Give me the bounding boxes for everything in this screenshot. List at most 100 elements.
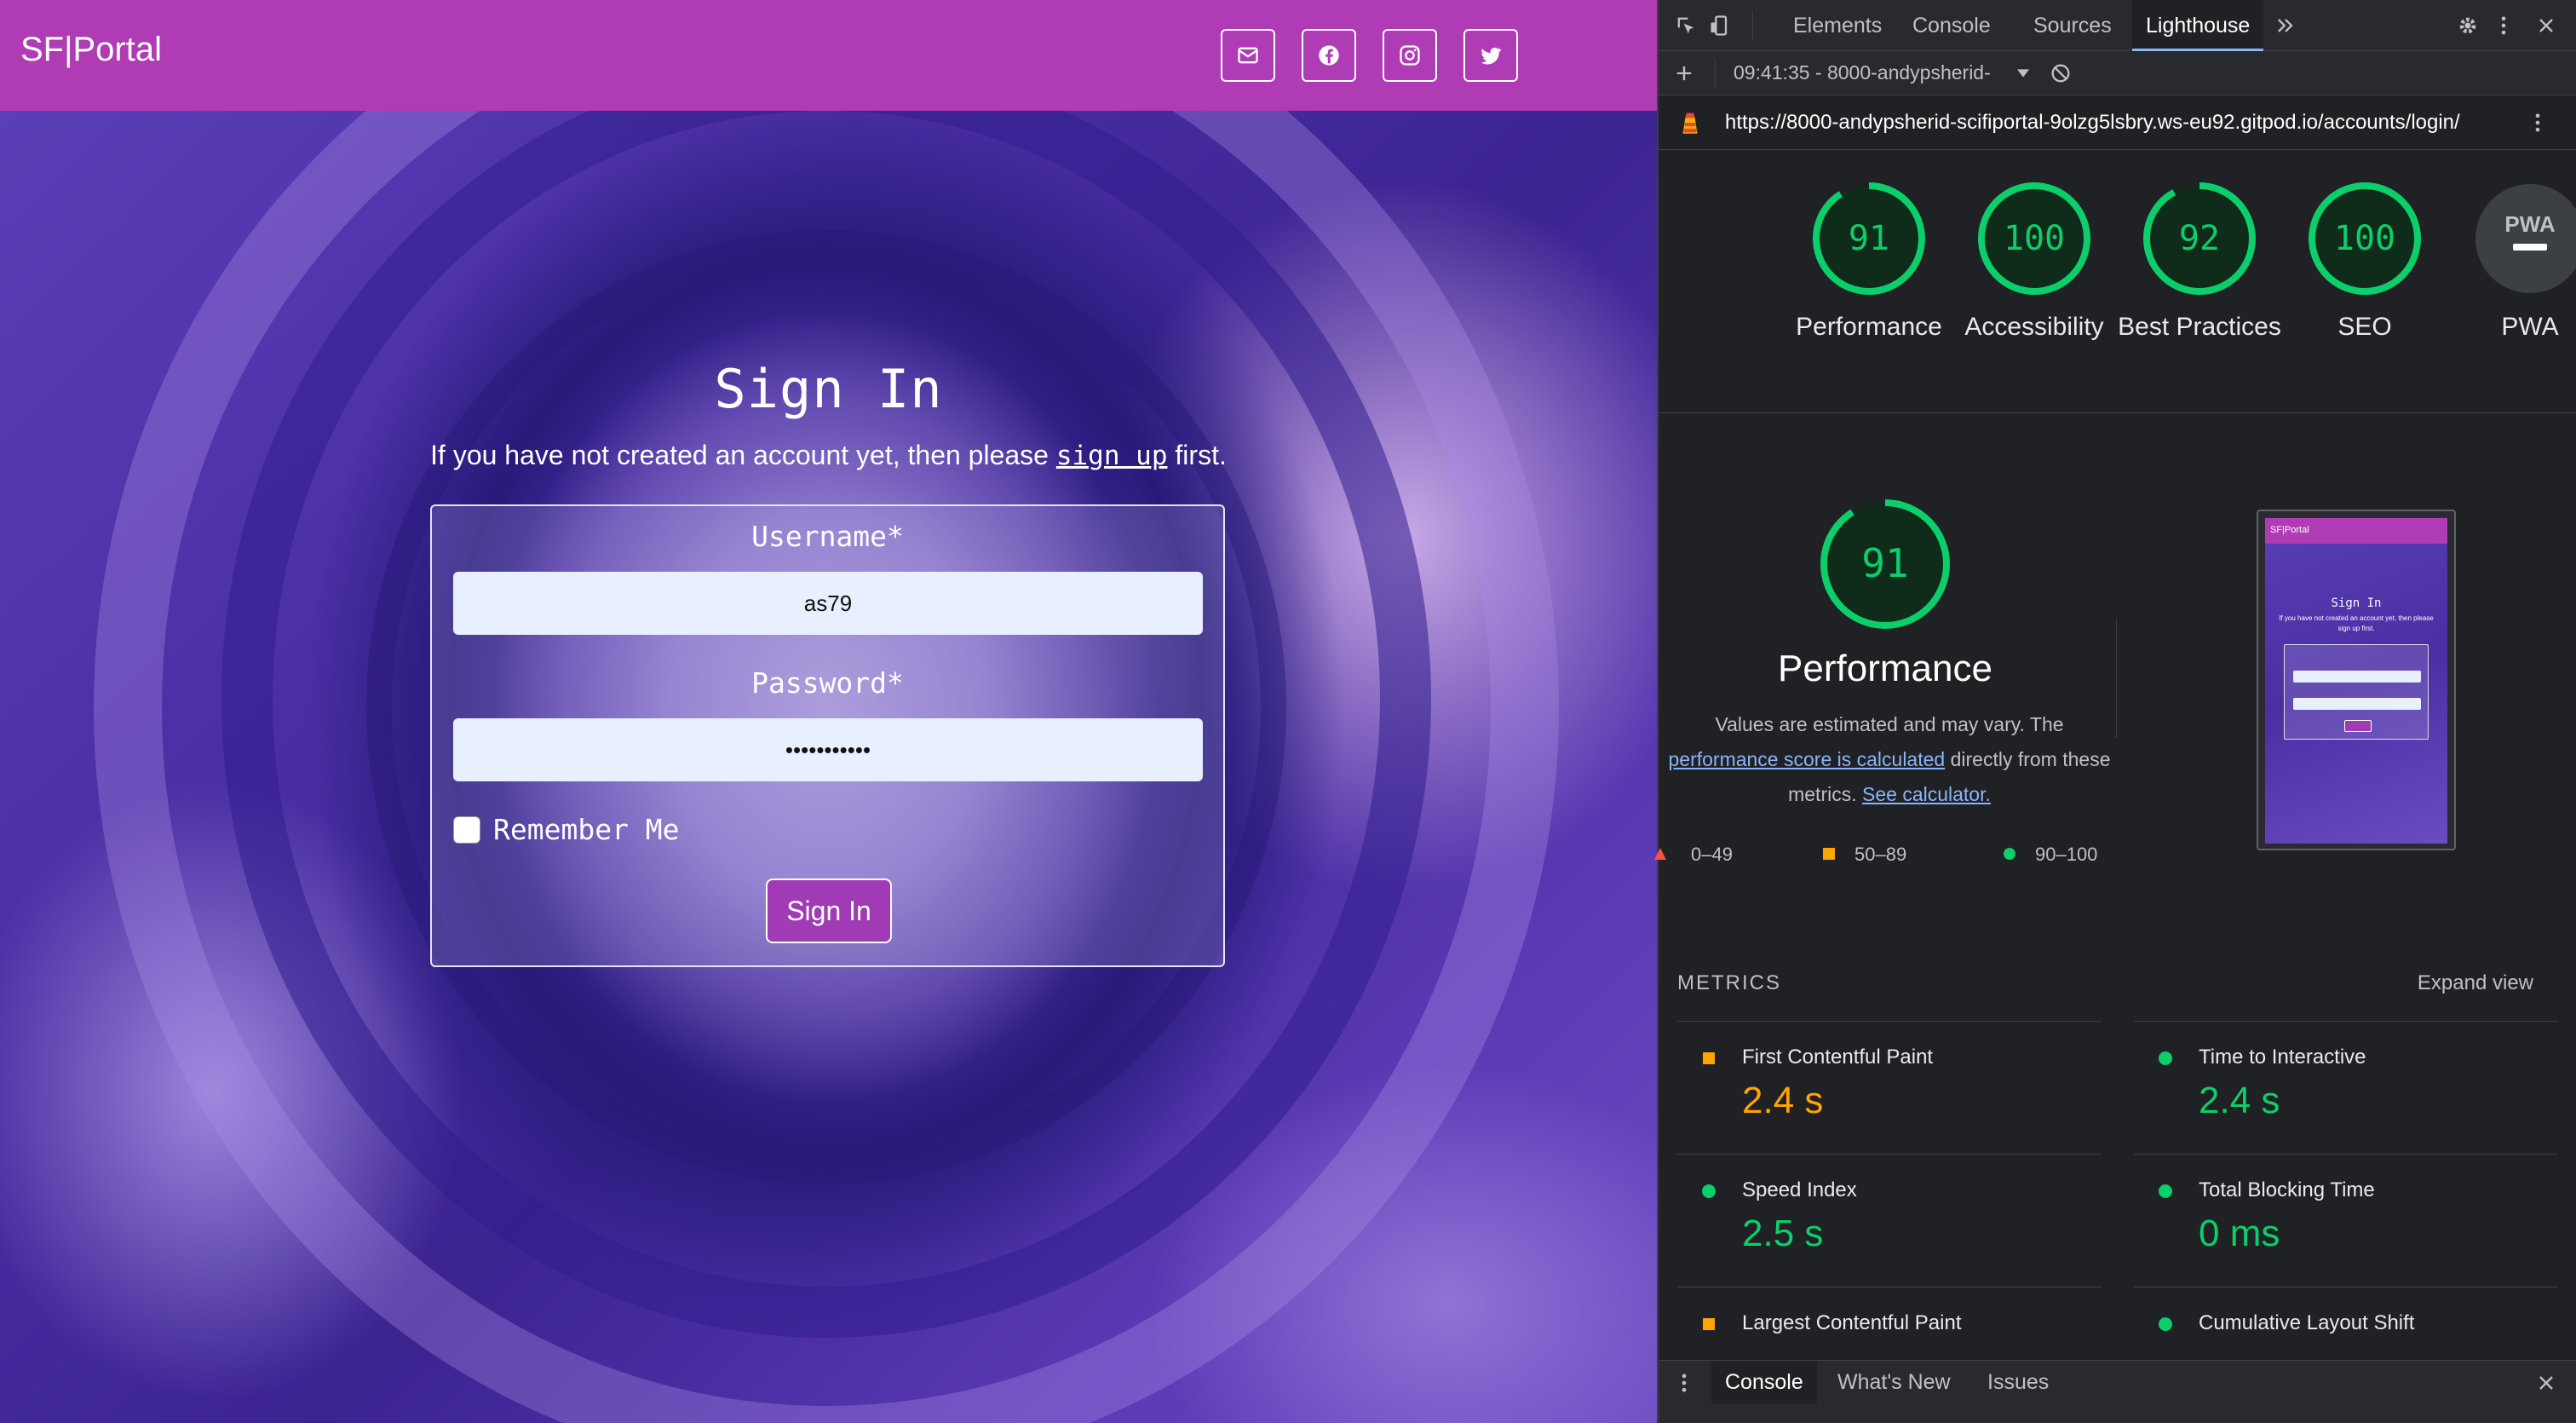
close-drawer-icon[interactable] [2533,1369,2560,1397]
username-label: Username* [751,520,904,553]
metric-name: First Contentful Paint [1742,1046,1934,1069]
tab-divider [1752,10,1753,41]
report-dropdown-icon[interactable] [2010,60,2037,87]
twitter-icon [1481,47,1502,65]
circle-green-icon [2004,848,2015,860]
twitter-button[interactable] [1463,29,1518,82]
metric-name: Speed Index [1742,1178,1857,1201]
thumbnail-image: SF|Portal Sign In If you have not create… [2265,518,2447,844]
facebook-button[interactable] [1302,29,1356,82]
metrics-heading: METRICS [1677,971,1781,994]
metric-speed-index: Speed Index 2.5 s [1677,1154,2102,1287]
webpage-viewport: SF|Portal Sign In If you have not create… [0,0,1657,1423]
thumbnail-button [2344,720,2372,732]
brand-logo[interactable]: SF|Portal [20,31,162,69]
facebook-icon [1319,45,1339,66]
gauge-best-practices[interactable]: 92 Best Practices [2117,179,2282,344]
drawer-tab-whats-new[interactable]: What's New [1824,1361,1964,1403]
tab-sources[interactable]: Sources [2020,0,2125,51]
lighthouse-logo-icon [1676,107,1705,138]
metric-name: Time to Interactive [2199,1046,2366,1069]
gauge-performance[interactable]: 91 Performance [1786,179,1952,344]
signup-prompt: If you have not created an account yet, … [0,440,1657,471]
gauge-pwa[interactable]: PWA PWA [2447,179,2576,344]
thumbnail-form [2284,644,2429,740]
metric-name: Largest Contentful Paint [1742,1311,1962,1334]
metric-value: 0 ms [2199,1213,2280,1254]
email-icon [1238,47,1258,64]
thumbnail-subtitle: If you have not created an account yet, … [2279,614,2434,632]
report-select[interactable]: 09:41:35 - 8000-andypsherid- [1734,61,1991,84]
instagram-icon [1400,45,1420,66]
username-input[interactable]: as79 [453,572,1203,635]
gauge-label: Accessibility [1964,313,2104,341]
devtools-panel: Elements Console Sources Lighthouse 09:4… [1654,0,2576,1423]
navbar: SF|Portal [0,0,1657,111]
new-report-plus-icon[interactable] [1670,60,1698,87]
triangle-red-icon [1654,848,1666,860]
pwa-badge-text: PWA [2504,211,2555,237]
section-divider [1659,412,2576,413]
performance-description: Values are estimated and may vary. The p… [1667,707,2112,812]
expand-view-button[interactable]: Expand view [2418,971,2533,995]
circle-green-icon [1702,1184,1716,1198]
signup-prompt-text: If you have not created an account yet, … [430,440,1056,470]
metric-tti: Time to Interactive 2.4 s [2134,1021,2558,1154]
tab-elements[interactable]: Elements [1780,0,1895,51]
remember-me-label[interactable]: Remember Me [493,813,680,846]
gauge-score: 92 [2179,219,2220,258]
square-orange-icon [1703,1052,1715,1064]
tab-lighthouse[interactable]: Lighthouse [2132,0,2264,51]
circle-green-icon [2159,1317,2172,1331]
sign-in-button[interactable]: Sign In [766,879,892,943]
password-label: Password* [751,666,904,700]
gauge-ring: 92 [2143,182,2256,295]
instagram-button[interactable] [1383,29,1437,82]
metric-value: 2.4 s [1742,1080,1824,1121]
settings-gear-icon[interactable] [2454,12,2481,39]
gauge-accessibility[interactable]: 100 Accessibility [1952,179,2117,344]
tab-console[interactable]: Console [1899,0,2004,51]
page-screenshot-thumbnail[interactable]: SF|Portal Sign In If you have not create… [2257,510,2456,850]
remember-me-checkbox[interactable] [453,816,480,844]
score-calculated-link[interactable]: performance score is calculated [1668,748,1945,770]
page-title: Sign In [714,358,943,420]
report-menu-icon[interactable] [2524,109,2551,136]
circle-green-icon [2159,1051,2172,1065]
circle-green-icon [2159,1184,2172,1198]
more-tabs-icon[interactable] [2272,12,2299,39]
metric-value: 2.4 s [2199,1080,2280,1121]
gauge-seo[interactable]: 100 SEO [2282,179,2447,344]
drawer-menu-icon[interactable] [1670,1369,1698,1397]
thumbnail-navbar: SF|Portal [2265,518,2447,544]
device-toolbar-icon[interactable] [1706,12,1734,39]
toolbar-divider [1715,58,1716,89]
metric-tbt: Total Blocking Time 0 ms [2134,1154,2558,1287]
gauge-ring: 100 [2309,182,2421,295]
gauge-label: SEO [2337,313,2392,341]
signup-prompt-end: first. [1167,440,1227,470]
email-button[interactable] [1221,29,1275,82]
kebab-menu-icon[interactable] [2490,12,2517,39]
legend-label: 0–49 [1691,844,1733,865]
login-form: Username* as79 Password* ••••••••••• Rem… [430,504,1225,967]
performance-score: 91 [1861,540,1908,586]
drawer-tab-issues[interactable]: Issues [1974,1361,2062,1403]
performance-divider [2116,619,2117,738]
thumbnail-input [2293,671,2421,683]
sign-up-link[interactable]: sign up [1056,441,1168,471]
password-input[interactable]: ••••••••••• [453,718,1203,781]
metric-value: 2.5 s [1742,1213,1824,1254]
clear-reports-icon[interactable] [2047,60,2074,87]
desc-text: Values are estimated and may vary. The [1715,713,2064,735]
drawer-tab-console[interactable]: Console [1711,1361,1817,1403]
report-url-bar: https://8000-andypsherid-scifiportal-9ol… [1659,95,2576,150]
inspect-element-icon[interactable] [1672,12,1699,39]
close-devtools-icon[interactable] [2533,12,2560,39]
gauge-score: 100 [2334,219,2395,258]
metric-cls: Cumulative Layout Shift [2134,1287,2558,1360]
see-calculator-link[interactable]: See calculator. [1862,783,1991,805]
legend-label: 50–89 [1854,844,1907,865]
metric-fcp: First Contentful Paint 2.4 s [1677,1021,2102,1154]
gauge-score: 91 [1849,219,1889,258]
